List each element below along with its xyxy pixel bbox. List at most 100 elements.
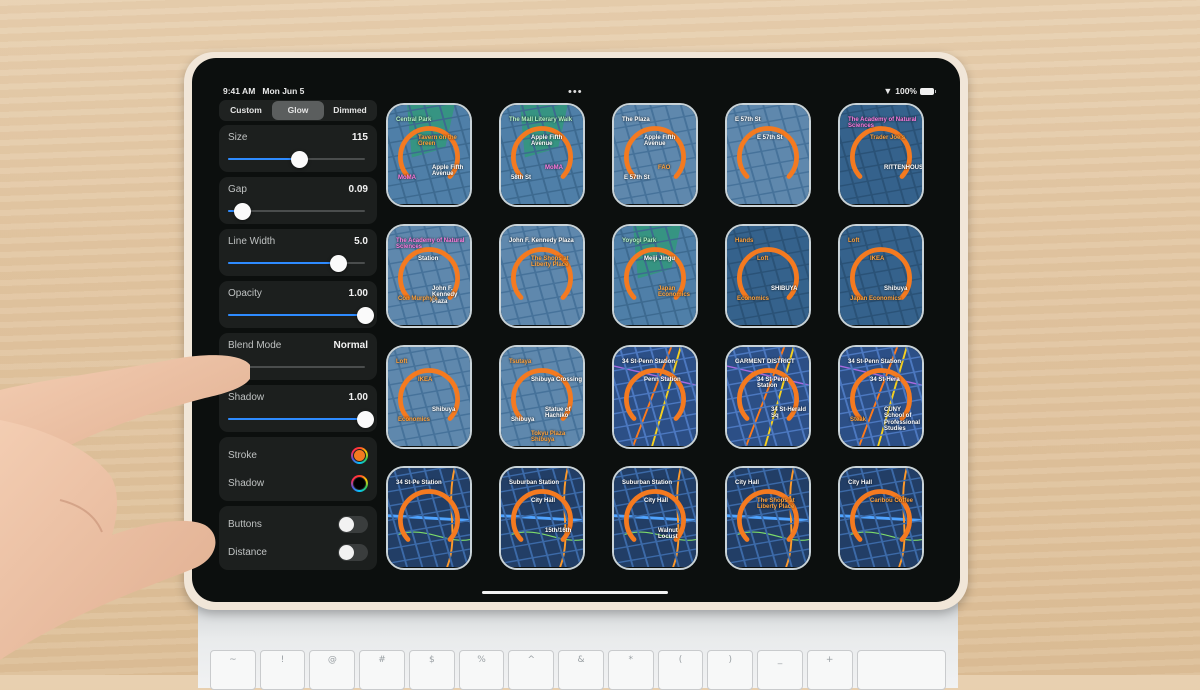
opacity-label: Opacity <box>228 288 262 299</box>
map-preview-tile[interactable]: GARMENT DISTRICT 34 St-Penn Station 34 St-… <box>725 345 811 449</box>
map-label: Con Murphy's <box>398 296 438 302</box>
map-label: City Hall <box>644 498 669 504</box>
map-preview-tile[interactable]: Yoyogi Park Meiji Jingu Japan Economics <box>612 224 698 328</box>
keyboard-key[interactable]: @ <box>309 650 356 690</box>
map-preview-tile[interactable]: Loft IKEA Shibuya Japan Economics <box>838 224 924 328</box>
style-segmented-control: Custom Glow Dimmed <box>219 100 377 121</box>
map-label: The Academy of Natural Sciences <box>396 238 465 251</box>
map-label: 34 St-Hera <box>870 377 900 383</box>
map-preview-tile[interactable]: City Hall Caribou Coffee <box>838 466 924 570</box>
map-preview-tile[interactable]: 34 St-Pe Station <box>386 466 472 570</box>
shadow-color-well[interactable] <box>351 474 368 492</box>
map-label: The Plaza <box>622 117 650 123</box>
map-label: The Shops at Liberty Place <box>531 256 569 269</box>
segment-dimmed[interactable]: Dimmed <box>324 101 376 120</box>
shadow-slider-thumb[interactable] <box>357 410 374 428</box>
map-label: Shibuya <box>511 417 535 423</box>
map-label: E 57th St <box>735 117 761 123</box>
ipad-screen: 9:41 AM Mon Jun 5 ••• ▼ 100% Custom Glow D… <box>192 58 960 602</box>
map-preview-tile[interactable]: Suburban Station City Hall 15th/16th <box>499 466 585 570</box>
map-label: Meiji Jingu <box>644 256 676 262</box>
map-preview-grid: Central Park Tavern on the Green Apple Fif… <box>386 103 946 570</box>
map-preview-tile[interactable]: 34 St-Penn Station Penn Station <box>612 345 698 449</box>
map-preview-tile[interactable]: The Mall Literary Walk Apple Fifth Avenue… <box>499 103 585 207</box>
map-preview-tile[interactable]: Hands Loft SHIBUYA Economics <box>725 224 811 328</box>
map-label: Tsutaya <box>509 359 532 365</box>
stroke-color-well[interactable] <box>351 446 368 464</box>
keyboard-key[interactable]: ) <box>707 650 754 690</box>
gap-slider-thumb[interactable] <box>233 202 251 220</box>
keyboard-key[interactable]: * <box>607 650 654 690</box>
line-width-slider-thumb[interactable] <box>329 254 347 272</box>
map-label: 34 St-Penn Station <box>757 377 789 390</box>
status-bar-right: ▼ 100% <box>883 86 936 96</box>
line-width-slider-card: Line Width 5.0 <box>219 229 377 276</box>
keyboard-key[interactable]: % <box>458 650 505 690</box>
map-label: Shibuya <box>432 407 456 413</box>
wifi-icon: ▼ <box>883 86 893 96</box>
more-menu-icon[interactable]: ••• <box>568 86 583 98</box>
keyboard-key[interactable]: # <box>359 650 405 690</box>
keyboard-key[interactable] <box>856 650 947 690</box>
map-label: GARMENT DISTRICT <box>735 359 795 365</box>
size-slider-thumb[interactable] <box>291 150 309 168</box>
buttons-toggle[interactable] <box>338 515 368 533</box>
opacity-value: 1.00 <box>348 288 368 299</box>
map-label: MoMA <box>398 175 416 181</box>
map-label: IKEA <box>418 377 433 383</box>
map-label: 15th/16th <box>545 528 572 534</box>
gap-slider-card: Gap 0.09 <box>219 177 377 224</box>
map-preview-tile[interactable]: Central Park Tavern on the Green Apple Fif… <box>386 103 472 207</box>
map-label: City Hall <box>848 480 873 486</box>
keyboard-key[interactable]: + <box>806 650 853 690</box>
map-label: 34 St-Penn Station <box>622 359 676 365</box>
map-label: John F. Kennedy Plaza <box>509 238 574 244</box>
map-label: Apple Fifth Avenue <box>531 135 563 148</box>
distance-toggle[interactable] <box>338 543 368 561</box>
map-preview-tile[interactable]: 34 St-Penn Station 34 St-Hera CUNY School … <box>838 345 924 449</box>
map-preview-tile[interactable]: The Academy of Natural Sciences Station Jo… <box>386 224 472 328</box>
map-label: Trader Joe's <box>870 135 906 141</box>
map-preview-tile[interactable]: The Academy of Natural Sciences Trader Jo… <box>838 103 924 207</box>
map-label: E 57th St <box>624 175 650 181</box>
map-label: The Mall Literary Walk <box>509 117 573 123</box>
map-preview-tile[interactable]: John F. Kennedy Plaza The Shops at Libert… <box>499 224 585 328</box>
map-label: Apple Fifth Avenue <box>432 165 464 178</box>
map-label: RITTENHOUSE <box>884 165 924 171</box>
map-label: E 57th St <box>757 135 783 141</box>
date: Mon Jun 5 <box>262 86 305 96</box>
gap-value: 0.09 <box>348 184 368 195</box>
keyboard-key[interactable]: _ <box>757 650 803 690</box>
map-preview-tile[interactable]: City Hall The Shops at Liberty Place <box>725 466 811 570</box>
map-label: Loft <box>848 238 860 244</box>
size-slider-card: Size 115 <box>219 125 377 172</box>
map-preview-tile[interactable]: Suburban Station City Hall Walnut Locust <box>612 466 698 570</box>
map-preview-tile[interactable]: Loft IKEA Shibuya Economics <box>386 345 472 449</box>
keyboard-key[interactable]: ^ <box>508 650 555 690</box>
line-width-slider[interactable] <box>228 254 365 272</box>
hand-pointing <box>0 355 250 660</box>
keyboard-key[interactable]: & <box>558 650 604 690</box>
map-label: The Academy of Natural Sciences <box>848 117 917 130</box>
segment-glow[interactable]: Glow <box>272 101 324 120</box>
toggle-knob <box>339 516 354 532</box>
keyboard-number-row: ~! @ # $% ^ & *() _ + <box>210 650 947 690</box>
map-label: Central Park <box>396 117 432 123</box>
keyboard-key[interactable]: $ <box>408 650 455 690</box>
map-label: Caribou Coffee <box>870 498 914 504</box>
battery-percent: 100% <box>895 86 917 96</box>
map-label: 34 St-Pe Station <box>396 480 442 486</box>
keyboard-key[interactable]: ! <box>259 650 306 690</box>
size-slider[interactable] <box>228 150 365 168</box>
map-preview-tile[interactable]: The Plaza Apple Fifth Avenue FAO E 57th St <box>612 103 698 207</box>
map-preview-tile[interactable]: E 57th St E 57th St <box>725 103 811 207</box>
home-indicator[interactable] <box>482 590 668 594</box>
time: 9:41 AM <box>223 86 256 96</box>
gap-slider[interactable] <box>228 202 365 220</box>
segment-custom[interactable]: Custom <box>220 101 272 120</box>
opacity-slider-thumb[interactable] <box>357 306 374 324</box>
keyboard-key[interactable]: ( <box>657 650 704 690</box>
map-label: 34 St-Herald Sq <box>771 407 807 420</box>
line-width-value: 5.0 <box>354 236 368 247</box>
map-preview-tile[interactable]: Tsutaya Shibuya Crossing Statue of Hachiko… <box>499 345 585 449</box>
